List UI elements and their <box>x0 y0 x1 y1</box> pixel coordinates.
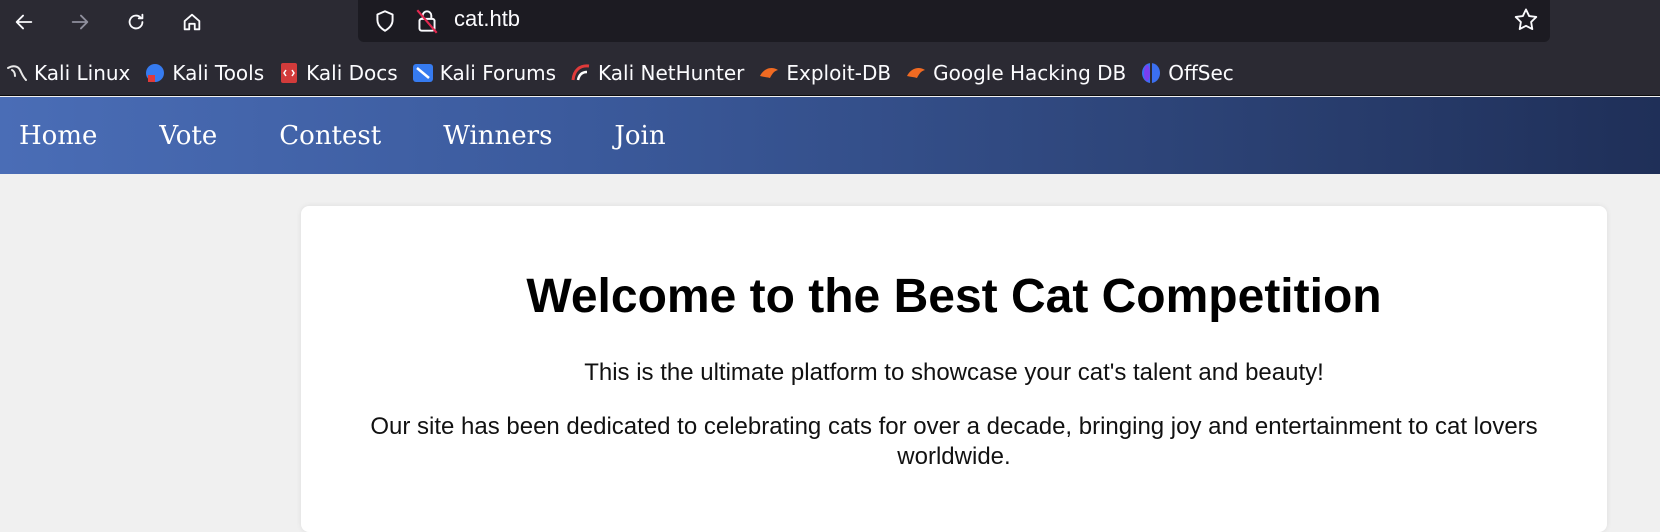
url-text[interactable]: cat.htb <box>454 6 520 32</box>
bookmark-label: Kali Forums <box>439 60 557 85</box>
exploit-db-icon <box>760 67 779 78</box>
star-icon[interactable] <box>1512 6 1540 34</box>
bookmark-offsec[interactable]: OffSec <box>1140 57 1234 89</box>
bookmark-google-hacking-db[interactable]: Google Hacking DB <box>905 57 1126 89</box>
bookmark-label: Kali Docs <box>306 60 398 85</box>
bookmark-exploit-db[interactable]: Exploit-DB <box>758 57 891 89</box>
nav-link-contest[interactable]: Contest <box>279 121 381 151</box>
lock-slash-icon[interactable] <box>414 7 440 35</box>
bookmarks-toolbar: Kali Linux Kali Tools Kali Docs Kali For… <box>0 50 1660 96</box>
bookmark-label: Google Hacking DB <box>933 60 1127 85</box>
arrow-left-icon <box>15 14 33 30</box>
address-bar[interactable]: cat.htb <box>358 0 1550 42</box>
welcome-card: Welcome to the Best Cat Competition This… <box>301 206 1607 532</box>
bookmark-label: Kali Tools <box>172 60 265 85</box>
bookmark-kali-tools[interactable]: Kali Tools <box>144 57 264 89</box>
site-nav: Home Vote Contest Winners Join <box>0 97 1660 174</box>
bookmark-kali-linux[interactable]: Kali Linux <box>6 57 130 89</box>
bookmark-label: OffSec <box>1168 60 1234 85</box>
page-title: Welcome to the Best Cat Competition <box>526 270 1382 323</box>
about-paragraph: Our site has been dedicated to celebrati… <box>370 413 1538 470</box>
nav-link-join[interactable]: Join <box>614 121 665 151</box>
kali-nethunter-icon <box>571 63 590 80</box>
home-icon <box>183 13 201 31</box>
nav-link-winners[interactable]: Winners <box>443 121 552 151</box>
forward-button[interactable] <box>62 4 98 40</box>
kali-forums-icon <box>412 63 433 82</box>
bookmark-kali-forums[interactable]: Kali Forums <box>412 57 556 89</box>
intro-paragraph: This is the ultimate platform to showcas… <box>584 359 1324 386</box>
bookmark-label: Kali Linux <box>34 60 131 85</box>
bookmark-kali-nethunter[interactable]: Kali NetHunter <box>570 57 744 89</box>
kali-dragon-icon <box>7 64 27 81</box>
bookmark-kali-docs[interactable]: Kali Docs <box>278 57 398 89</box>
ghdb-icon <box>907 67 926 78</box>
bookmark-label: Kali NetHunter <box>598 60 745 85</box>
browser-toolbar: cat.htb <box>0 0 1660 50</box>
nav-link-vote[interactable]: Vote <box>159 121 217 151</box>
back-button[interactable] <box>6 4 42 40</box>
offsec-icon <box>1142 62 1161 83</box>
bookmark-label: Exploit-DB <box>786 60 892 85</box>
home-button[interactable] <box>174 4 210 40</box>
arrow-right-icon <box>71 14 89 30</box>
shield-icon[interactable] <box>372 8 398 34</box>
reload-button[interactable] <box>118 4 154 40</box>
kali-docs-icon <box>281 62 298 83</box>
nav-link-home[interactable]: Home <box>19 121 97 151</box>
reload-icon <box>128 13 144 30</box>
kali-tools-icon <box>146 63 165 82</box>
